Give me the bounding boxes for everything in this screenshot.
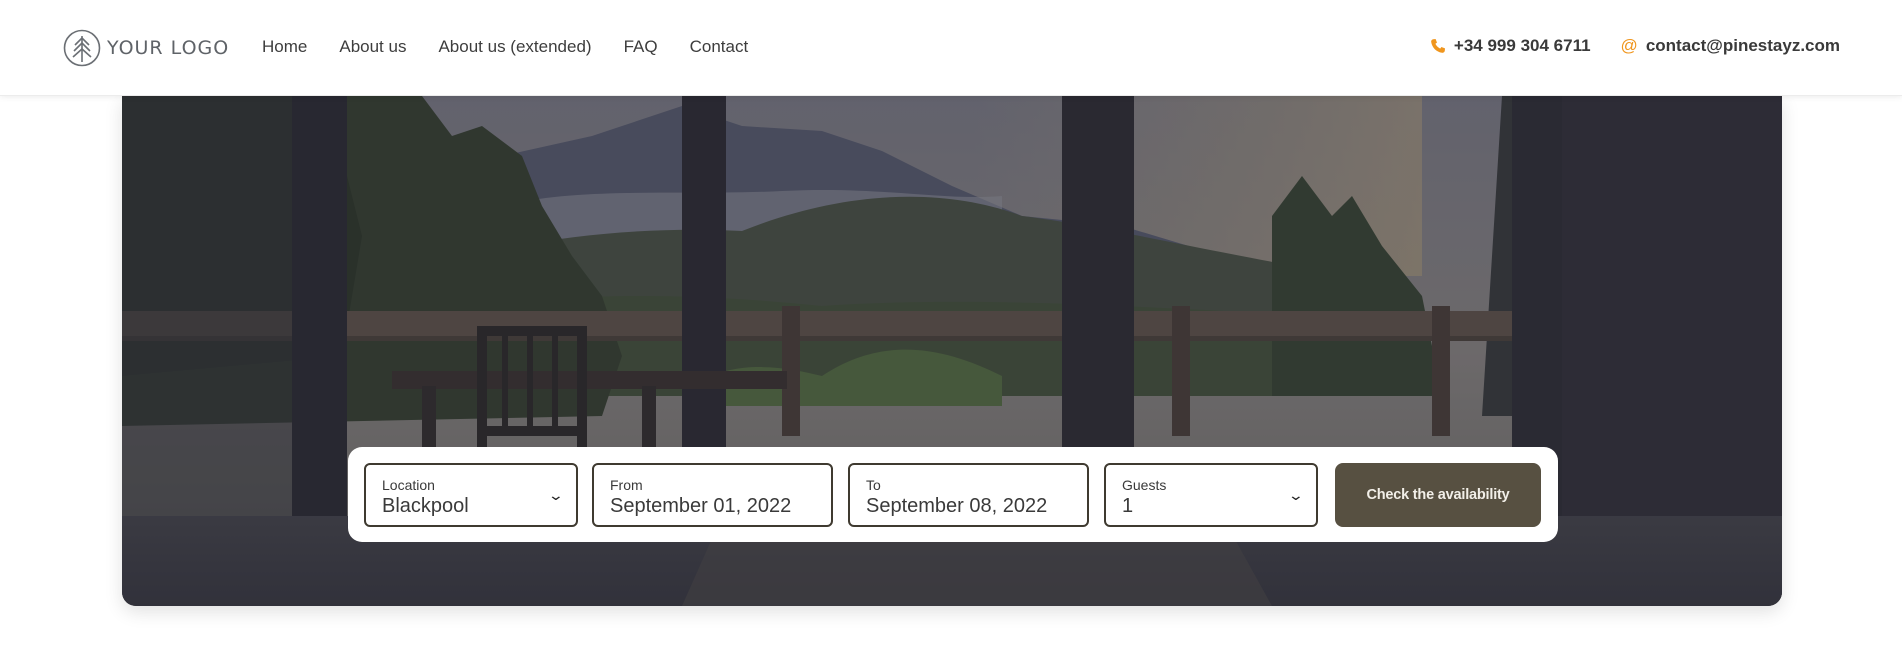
from-label: From xyxy=(610,477,643,493)
guests-value: 1 xyxy=(1122,495,1134,517)
check-availability-button[interactable]: Check the availability xyxy=(1335,463,1541,527)
phone-icon xyxy=(1430,38,1446,54)
chevron-down-icon: ⌄ xyxy=(1287,487,1305,503)
guests-label: Guests xyxy=(1122,477,1167,493)
nav-faq[interactable]: FAQ xyxy=(624,37,658,57)
location-select[interactable]: Location Blackpool ⌄ xyxy=(364,463,578,527)
logo-text: YOUR LOGO xyxy=(107,37,230,59)
to-label: To xyxy=(866,477,881,493)
to-date-input[interactable]: To September 08, 2022 xyxy=(848,463,1089,527)
email-link[interactable]: @ contact@pinestayz.com xyxy=(1621,36,1840,56)
at-sign-icon: @ xyxy=(1620,36,1638,55)
from-date-input[interactable]: From September 01, 2022 xyxy=(592,463,833,527)
email-address: contact@pinestayz.com xyxy=(1645,36,1840,55)
pine-tree-logo-icon xyxy=(63,29,101,67)
logo[interactable]: YOUR LOGO xyxy=(63,29,229,67)
nav-contact[interactable]: Contact xyxy=(690,37,749,57)
nav-about-us-extended[interactable]: About us (extended) xyxy=(438,37,591,57)
site-header: YOUR LOGO Home About us About us (extend… xyxy=(0,0,1902,96)
from-value: September 01, 2022 xyxy=(610,495,792,517)
nav-about-us[interactable]: About us xyxy=(339,37,406,57)
contact-info: +34 999 304 6711 @ contact@pinestayz.com xyxy=(1400,36,1840,56)
phone-number: +34 999 304 6711 xyxy=(1453,36,1591,55)
main-nav: Home About us About us (extended) FAQ Co… xyxy=(262,37,780,57)
guests-select[interactable]: Guests 1 ⌄ xyxy=(1104,463,1318,527)
to-value: September 08, 2022 xyxy=(866,495,1048,517)
location-label: Location xyxy=(382,477,435,493)
phone-link[interactable]: +34 999 304 6711 xyxy=(1430,36,1591,56)
location-value: Blackpool xyxy=(382,495,469,517)
chevron-down-icon: ⌄ xyxy=(547,487,565,503)
booking-form: Location Blackpool ⌄ From September 01, … xyxy=(348,447,1558,542)
nav-home[interactable]: Home xyxy=(262,37,307,57)
